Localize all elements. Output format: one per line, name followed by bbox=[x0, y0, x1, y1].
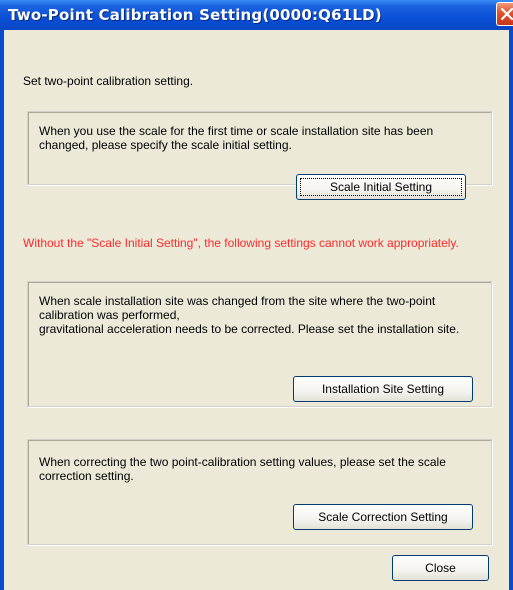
scale-correction-setting-button[interactable]: Scale Correction Setting bbox=[293, 504, 473, 530]
installation-site-setting-label: Installation Site Setting bbox=[321, 382, 445, 396]
scale-initial-setting-button[interactable]: Scale Initial Setting bbox=[296, 174, 466, 200]
dialog-window: Two-Point Calibration Setting(0000:Q61LD… bbox=[0, 0, 513, 590]
close-button[interactable]: Close bbox=[392, 555, 489, 581]
scale-initial-description: When you use the scale for the first tim… bbox=[39, 124, 434, 152]
scale-initial-setting-label: Scale Initial Setting bbox=[329, 180, 433, 194]
close-icon bbox=[501, 8, 513, 20]
installation-site-setting-button[interactable]: Installation Site Setting bbox=[293, 376, 473, 402]
close-button-label: Close bbox=[425, 561, 456, 575]
scale-correction-description: When correcting the two point-calibratio… bbox=[39, 455, 446, 483]
scale-initial-group: When you use the scale for the first tim… bbox=[27, 111, 492, 200]
intro-text: Set two-point calibration setting. bbox=[23, 74, 194, 88]
window-title: Two-Point Calibration Setting(0000:Q61LD… bbox=[8, 6, 382, 24]
title-bar[interactable]: Two-Point Calibration Setting(0000:Q61LD… bbox=[0, 0, 513, 30]
scale-correction-setting-label: Scale Correction Setting bbox=[318, 510, 448, 524]
installation-site-description: When scale installation site was changed… bbox=[39, 294, 460, 336]
close-window-button[interactable] bbox=[496, 2, 513, 26]
installation-site-group: When scale installation site was changed… bbox=[27, 281, 492, 407]
scale-correction-group: When correcting the two point-calibratio… bbox=[27, 439, 492, 545]
warning-text: Without the "Scale Initial Setting", the… bbox=[23, 236, 459, 250]
